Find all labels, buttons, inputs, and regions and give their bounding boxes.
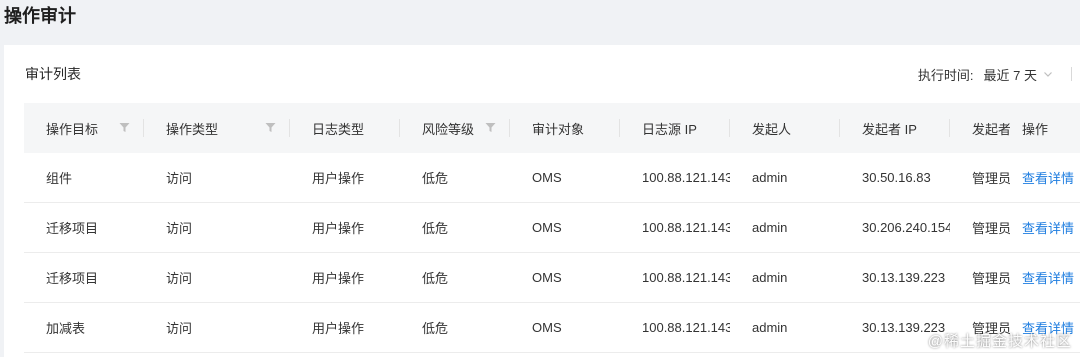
column-header-label: 操作目标 (46, 121, 99, 137)
cell-object: OMS (510, 252, 620, 303)
cell-target: 迁移项目 (24, 202, 144, 253)
cell-source-ip: 100.88.121.143 (620, 252, 730, 303)
cell-initiator-ip: 30.206.240.154 (840, 202, 950, 253)
watermark: @稀土掘金技术社区 (927, 333, 1072, 350)
cell-target: 迁移项目 (24, 252, 144, 303)
cell-risk: 低危 (400, 153, 510, 203)
cell-target: 组件 (24, 153, 144, 203)
table-header-row: 操作目标 操作类型 日志类型 风险等级 审计对象 日志源 IP 发起人 发起者 … (24, 103, 1080, 153)
audit-table: 操作目标 操作类型 日志类型 风险等级 审计对象 日志源 IP 发起人 发起者 … (24, 103, 1080, 353)
cell-action: 查看详情 (1010, 252, 1080, 303)
cell-object: OMS (510, 302, 620, 353)
column-header-label: 发起人 (752, 121, 792, 137)
cell-op-type: 访问 (144, 252, 290, 303)
audit-table-container[interactable]: 操作目标 操作类型 日志类型 风险等级 审计对象 日志源 IP 发起人 发起者 … (24, 103, 1080, 357)
cell-initiator: admin (730, 252, 840, 303)
audit-list-card: 审计列表 执行时间: 最近 7 天 操作目标 操作类型 日志类型 风险等级 审计… (4, 45, 1080, 357)
column-header-label: 发起者角色 (972, 121, 1010, 137)
cell-source-ip: 100.88.121.143 (620, 302, 730, 353)
cell-log-type: 用户操作 (290, 252, 400, 303)
cell-op-type: 访问 (144, 202, 290, 253)
page-title: 操作审计 (4, 6, 76, 26)
cell-initiator: admin (730, 202, 840, 253)
cell-action: 查看详情 (1010, 202, 1080, 253)
column-header-target[interactable]: 操作目标 (24, 103, 144, 153)
column-header-op-type[interactable]: 操作类型 (144, 103, 290, 153)
cell-object: OMS (510, 202, 620, 253)
cell-source-ip: 100.88.121.143 (620, 153, 730, 203)
column-header-log-type[interactable]: 日志类型 (290, 103, 400, 153)
cell-initiator-ip: 30.13.139.223 (840, 252, 950, 303)
table-body: 组件 访问 用户操作 低危 OMS 100.88.121.143 admin 30.50.16… (24, 153, 1080, 353)
column-header-label: 日志源 IP (642, 121, 697, 137)
column-header-label: 操作类型 (166, 121, 219, 137)
table-row: 迁移项目 访问 用户操作 低危 OMS 100.88.121.143 admin 30.13.… (24, 252, 1080, 303)
column-header-source-ip[interactable]: 日志源 IP (620, 103, 730, 153)
cell-log-type: 用户操作 (290, 302, 400, 353)
cell-role: 管理员 (950, 252, 1010, 303)
time-filter-label: 执行时间: (917, 67, 974, 83)
cell-action: 查看详情 (1010, 153, 1080, 203)
column-header-role[interactable]: 发起者角色 (950, 103, 1010, 153)
column-header-initiator-ip[interactable]: 发起者 IP (840, 103, 950, 153)
toolbar-divider (1071, 67, 1072, 81)
cell-risk: 低危 (400, 202, 510, 253)
time-range-value: 最近 7 天 (983, 67, 1037, 83)
filter-icon[interactable] (265, 122, 276, 133)
filter-icon[interactable] (119, 122, 130, 133)
column-header-label: 发起者 IP (862, 121, 917, 137)
cell-initiator: admin (730, 302, 840, 353)
view-details-link[interactable]: 查看详情 (1022, 271, 1074, 286)
view-details-link[interactable]: 查看详情 (1022, 171, 1074, 186)
filter-icon[interactable] (485, 122, 496, 133)
cell-source-ip: 100.88.121.143 (620, 202, 730, 253)
column-header-label: 操作 (1022, 121, 1049, 137)
card-title: 审计列表 (25, 66, 81, 82)
table-row: 组件 访问 用户操作 低危 OMS 100.88.121.143 admin 30.50.16… (24, 153, 1080, 203)
cell-initiator: admin (730, 153, 840, 203)
view-details-link[interactable]: 查看详情 (1022, 221, 1074, 236)
cell-risk: 低危 (400, 302, 510, 353)
cell-risk: 低危 (400, 252, 510, 303)
column-header-object[interactable]: 审计对象 (510, 103, 620, 153)
column-header-risk[interactable]: 风险等级 (400, 103, 510, 153)
chevron-down-icon (1044, 72, 1052, 77)
toolbar: 执行时间: 最近 7 天 (918, 64, 1072, 84)
column-header-action: 操作 (1010, 103, 1080, 153)
table-row: 迁移项目 访问 用户操作 低危 OMS 100.88.121.143 admin 30.206… (24, 202, 1080, 253)
cell-object: OMS (510, 153, 620, 203)
column-header-initiator[interactable]: 发起人 (730, 103, 840, 153)
cell-role: 管理员 (950, 153, 1010, 203)
time-range-select[interactable]: 最近 7 天 (984, 65, 1053, 84)
column-header-label: 日志类型 (312, 121, 365, 137)
cell-log-type: 用户操作 (290, 202, 400, 253)
cell-op-type: 访问 (144, 302, 290, 353)
cell-op-type: 访问 (144, 153, 290, 203)
column-header-label: 审计对象 (532, 121, 585, 137)
cell-target: 加减表 (24, 302, 144, 353)
table-row: 加减表 访问 用户操作 低危 OMS 100.88.121.143 admin 30.13.1… (24, 302, 1080, 353)
cell-role: 管理员 (950, 202, 1010, 253)
cell-log-type: 用户操作 (290, 153, 400, 203)
cell-initiator-ip: 30.50.16.83 (840, 153, 950, 203)
column-header-label: 风险等级 (422, 121, 475, 137)
